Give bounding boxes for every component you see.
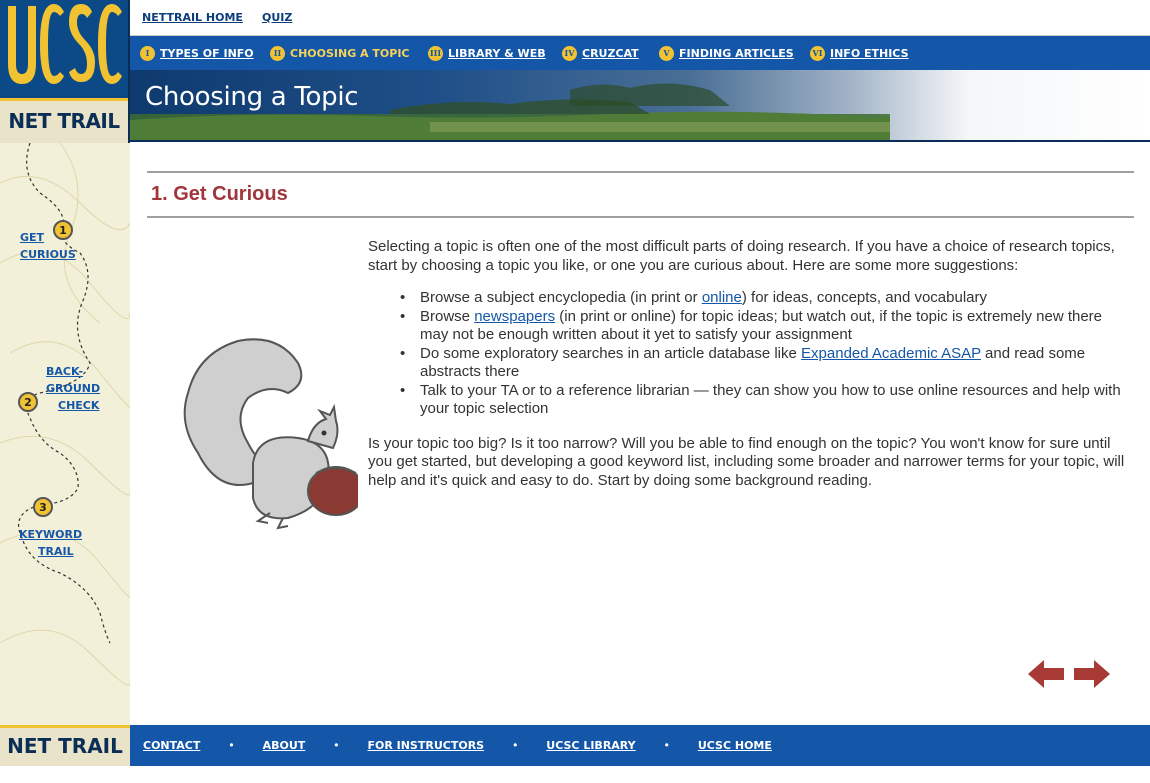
roman-numeral-badge: I: [140, 45, 155, 61]
footer-bar: CONTACT • ABOUT • FOR INSTRUCTORS • UCSC…: [130, 725, 1150, 766]
page-navigation-arrows: [1028, 660, 1110, 688]
expanded-academic-asap-link[interactable]: Expanded Academic ASAP: [801, 345, 981, 362]
roman-numeral-badge: VI: [810, 45, 825, 61]
list-item: Talk to your TA or to a reference librar…: [400, 382, 1128, 419]
footer-separator: •: [664, 738, 669, 752]
trail-link-line[interactable]: BACK-: [46, 365, 83, 378]
next-arrow-icon[interactable]: [1074, 660, 1110, 688]
top-links-bar: NETTRAIL HOME QUIZ: [130, 0, 1150, 36]
trail-link-line[interactable]: GROUND: [46, 382, 100, 395]
trail-link-get-curious[interactable]: GET CURIOUS: [20, 229, 76, 263]
newspapers-link[interactable]: newspapers: [474, 308, 555, 325]
nav-label[interactable]: INFO ETHICS: [830, 47, 909, 60]
footer-separator: •: [229, 738, 234, 752]
nav-choosing-a-topic[interactable]: II CHOOSING A TOPIC: [270, 45, 410, 61]
ucsc-letters-graphic: [4, 0, 126, 98]
nav-library-and-web[interactable]: III LIBRARY & WEB: [428, 45, 546, 61]
page-title: Choosing a Topic: [145, 82, 359, 112]
section-title: 1. Get Curious: [151, 183, 288, 205]
nav-cruzcat[interactable]: IV CRUZCAT: [562, 45, 639, 61]
footer-link-for-instructors[interactable]: FOR INSTRUCTORS: [367, 739, 484, 752]
list-item: Browse a subject encyclopedia (in print …: [400, 289, 1128, 308]
footer-link-about[interactable]: ABOUT: [263, 739, 306, 752]
roman-numeral-badge: IV: [562, 45, 577, 61]
nettrail-home-link[interactable]: NETTRAIL HOME: [142, 11, 243, 24]
online-link[interactable]: online: [702, 289, 742, 306]
footer-separator: •: [334, 738, 339, 752]
module-nav: I TYPES OF INFO II CHOOSING A TOPIC III …: [130, 36, 1150, 70]
closing-paragraph: Is your topic too big? Is it too narrow?…: [368, 434, 1125, 489]
intro-paragraph: Selecting a topic is often one of the mo…: [368, 238, 1115, 274]
roman-numeral-badge: V: [659, 45, 674, 61]
footer-links: CONTACT • ABOUT • FOR INSTRUCTORS • UCSC…: [143, 738, 772, 752]
roman-numeral-badge: III: [428, 45, 443, 61]
nav-label[interactable]: CHOOSING A TOPIC: [290, 47, 410, 60]
list-item: Do some exploratory searches in an artic…: [400, 345, 1128, 382]
nav-finding-articles[interactable]: V FINDING ARTICLES: [659, 45, 794, 61]
list-item-text: Talk to your TA or to a reference librar…: [420, 381, 1121, 418]
trail-sidebar: 1 GET CURIOUS 2 BACK- GROUND CHECK 3 KEY…: [0, 143, 130, 725]
trail-link-line[interactable]: TRAIL: [38, 545, 74, 558]
step-2-badge: 2: [18, 392, 38, 412]
section-rule-bottom: [147, 216, 1134, 218]
list-item-text: Do some exploratory searches in an artic…: [420, 344, 802, 362]
nettrail-wordmark: NET TRAIL: [0, 98, 128, 143]
trail-link-keyword-trail[interactable]: KEYWORD TRAIL: [19, 526, 82, 560]
footer-link-ucsc-library[interactable]: UCSC LIBRARY: [546, 739, 635, 752]
nav-label[interactable]: CRUZCAT: [582, 47, 639, 60]
footer-nettrail-wordmark: NET TRAIL: [0, 725, 130, 766]
nav-info-ethics[interactable]: VI INFO ETHICS: [810, 45, 909, 61]
ucsc-logo: NET TRAIL: [0, 0, 130, 143]
previous-arrow-icon[interactable]: [1028, 660, 1064, 688]
nav-label[interactable]: FINDING ARTICLES: [679, 47, 794, 60]
nav-label[interactable]: LIBRARY & WEB: [448, 47, 546, 60]
content-body: Selecting a topic is often one of the mo…: [368, 238, 1128, 504]
nav-types-of-info[interactable]: I TYPES OF INFO: [140, 45, 254, 61]
list-item: Browse newspapers (in print or online) f…: [400, 308, 1128, 345]
list-item-text: ) for ideas, concepts, and vocabulary: [741, 289, 987, 306]
footer-link-contact[interactable]: CONTACT: [143, 739, 200, 752]
step-3-badge: 3: [33, 497, 53, 517]
trail-link-background-check[interactable]: BACK- GROUND CHECK: [46, 363, 100, 414]
suggestions-list: Browse a subject encyclopedia (in print …: [400, 289, 1128, 419]
trail-link-line[interactable]: KEYWORD: [19, 528, 82, 541]
squirrel-illustration: [183, 338, 358, 530]
footer-link-ucsc-home[interactable]: UCSC HOME: [698, 739, 772, 752]
section-rule-top: [147, 171, 1134, 173]
list-item-text: Browse a subject encyclopedia (in print …: [420, 289, 702, 306]
footer-separator: •: [513, 738, 518, 752]
list-item-text: Browse: [420, 307, 475, 325]
roman-numeral-badge: II: [270, 45, 285, 61]
page-banner: Choosing a Topic: [130, 70, 1150, 142]
main-content: 1. Get Curious Selecting a topic is ofte…: [130, 143, 1150, 725]
trail-link-line[interactable]: CURIOUS: [20, 248, 76, 261]
bottom-whitespace: [0, 766, 1150, 783]
quiz-link[interactable]: QUIZ: [262, 11, 292, 24]
trail-link-line[interactable]: CHECK: [58, 399, 99, 412]
trail-link-line[interactable]: GET: [20, 231, 44, 244]
nav-label[interactable]: TYPES OF INFO: [160, 47, 254, 60]
